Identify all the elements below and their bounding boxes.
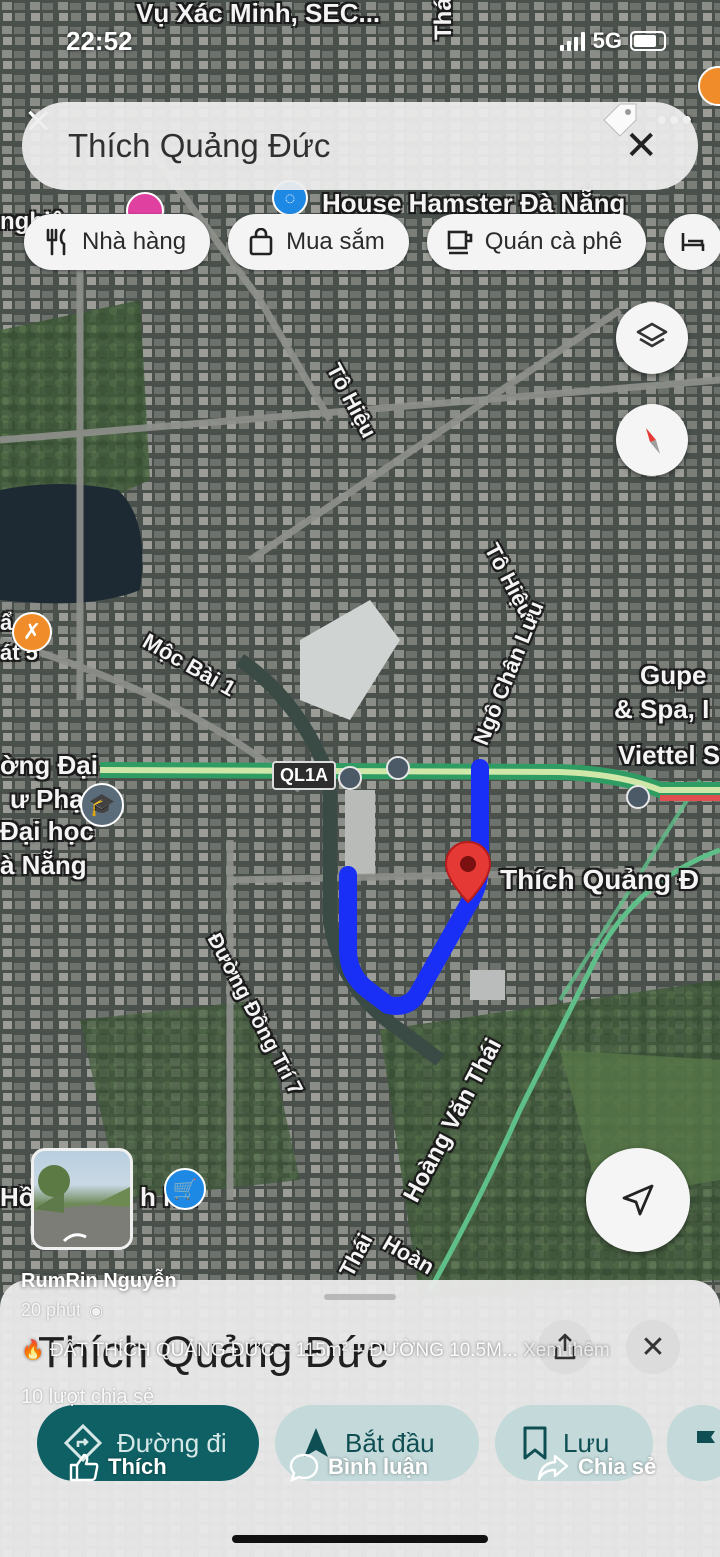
- coffee-cup-icon: [445, 227, 475, 257]
- map-label-place-name[interactable]: Thích Quảng Đ: [500, 866, 699, 894]
- comment-button[interactable]: Bình luận: [288, 1452, 428, 1482]
- bed-icon: [678, 227, 708, 257]
- map-label-university-3[interactable]: Đại học: [0, 818, 94, 844]
- map-label-left-edge-1: ẩ: [0, 610, 13, 635]
- my-location-button[interactable]: [586, 1148, 690, 1252]
- share-post-button[interactable]: Chia sẻ: [536, 1452, 656, 1482]
- compass-button[interactable]: [616, 404, 688, 476]
- chip-restaurants[interactable]: Nhà hàng: [24, 214, 211, 270]
- search-bar[interactable]: Thích Quảng Đức ✕: [22, 102, 698, 190]
- like-button[interactable]: Thích: [68, 1452, 167, 1482]
- map-label-ho-prefix: Hồ: [0, 1182, 35, 1212]
- bus-stop-icon[interactable]: [626, 785, 650, 809]
- close-sheet-button[interactable]: ✕: [626, 1320, 680, 1374]
- navigation-arrow-icon: [622, 1184, 654, 1216]
- bus-stop-icon[interactable]: [386, 756, 410, 780]
- fork-knife-icon: [42, 227, 72, 257]
- sheet-drag-handle[interactable]: [324, 1294, 396, 1300]
- share-arrow-icon: [537, 1454, 569, 1481]
- share-count[interactable]: 10 lượt chia sẻ: [21, 1386, 154, 1409]
- chip-label: Quán cà phê: [484, 228, 623, 255]
- layers-icon: [636, 322, 668, 348]
- place-bottom-sheet[interactable]: Thích Quảng Đức ✕ Đường đi Bắt đầu Lưu: [0, 1280, 720, 1557]
- map-label-viettel[interactable]: Viettel S: [618, 742, 720, 768]
- location-pin-icon[interactable]: [444, 840, 492, 904]
- layers-button[interactable]: [616, 302, 688, 374]
- post-author[interactable]: RumRin Nguyễn: [21, 1270, 177, 1293]
- map-label-house-hamster[interactable]: House Hamster Đà Nẵng: [322, 190, 625, 216]
- restaurant-poi-icon[interactable]: ✗: [12, 612, 52, 652]
- map-label-university-4[interactable]: à Nẵng: [0, 852, 87, 878]
- bus-stop-icon[interactable]: [338, 766, 362, 790]
- post-meta: 20 phút ◉: [21, 1300, 103, 1321]
- map-label-business[interactable]: Vụ Xác Minh, SEC...: [136, 0, 380, 26]
- battery-icon: [630, 31, 666, 51]
- chip-label: Mua sắm: [286, 228, 385, 255]
- chip-coffee[interactable]: Quán cà phê: [426, 214, 647, 270]
- status-time: 22:52: [66, 26, 133, 56]
- street-view-thumbnail[interactable]: [31, 1148, 133, 1250]
- globe-icon: ◉: [89, 1302, 104, 1320]
- map-label-spa[interactable]: & Spa, I: [614, 696, 709, 722]
- search-query[interactable]: Thích Quảng Đức: [68, 127, 624, 165]
- close-icon: ✕: [640, 1330, 666, 1364]
- map-label-gupe[interactable]: Gupe: [640, 662, 706, 688]
- school-poi-icon[interactable]: 🎓: [80, 783, 124, 827]
- shopping-cart-poi-icon[interactable]: 🛒: [164, 1168, 206, 1210]
- like-label: Thích: [108, 1454, 167, 1479]
- flag-icon: [697, 1431, 715, 1456]
- share-label: Chia sẻ: [578, 1454, 657, 1479]
- more-actions-button[interactable]: [667, 1405, 720, 1481]
- cellular-signal-icon: [559, 31, 585, 51]
- status-icons: 5G: [559, 28, 666, 54]
- home-indicator[interactable]: [232, 1535, 488, 1543]
- post-time: 20 phút: [21, 1300, 82, 1320]
- network-type: 5G: [592, 28, 622, 53]
- caption-text: 🔥 ĐẤT THÍCH QUẢNG ĐỨC – 115m² – ĐƯỜNG 10…: [21, 1340, 518, 1361]
- thumbs-up-icon: [69, 1453, 99, 1482]
- chip-label: Nhà hàng: [82, 228, 187, 255]
- compass-icon: [646, 428, 660, 454]
- shopping-bag-icon: [246, 227, 276, 257]
- tag-icon[interactable]: [598, 100, 640, 142]
- comment-label: Bình luận: [328, 1454, 429, 1479]
- street-view-image: [34, 1165, 130, 1247]
- map-label-university-1[interactable]: ờng Đại: [0, 752, 98, 778]
- post-caption[interactable]: 🔥 ĐẤT THÍCH QUẢNG ĐỨC – 115m² – ĐƯỜNG 10…: [21, 1338, 610, 1362]
- chip-shopping[interactable]: Mua sắm: [228, 214, 409, 270]
- comment-bubble-icon: [289, 1453, 319, 1482]
- map-label-university-2[interactable]: ư Phạ: [10, 786, 84, 812]
- category-chips: Nhà hàng Mua sắm Quán cà phê: [24, 214, 720, 270]
- see-more-link[interactable]: Xem thêm: [523, 1340, 610, 1361]
- chip-hotels[interactable]: [664, 214, 720, 270]
- map-label-thai-to: Thái Tổ: [430, 0, 457, 40]
- highway-shield: QL1A: [272, 761, 337, 790]
